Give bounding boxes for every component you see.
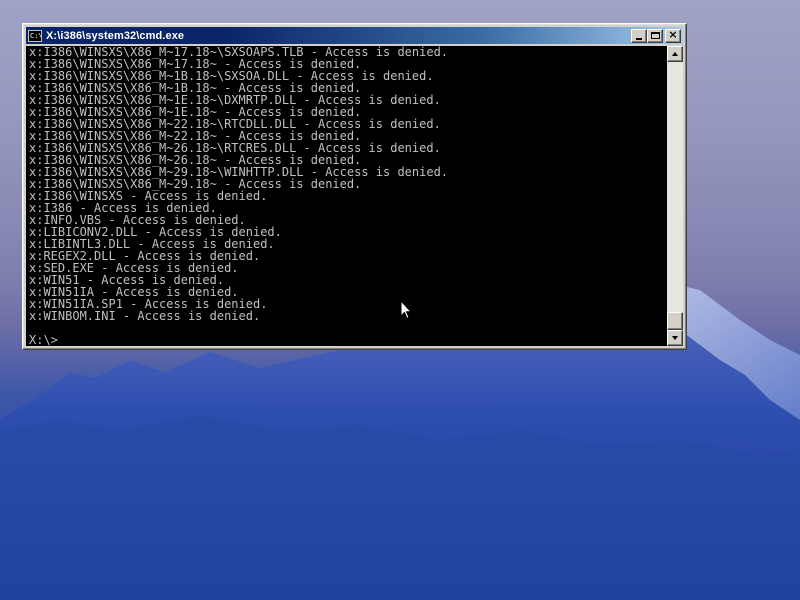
scroll-down-button[interactable]: [667, 330, 683, 346]
window-title: X:\i386\system32\cmd.exe: [46, 29, 185, 42]
vertical-scrollbar[interactable]: [667, 46, 683, 346]
arrow-up-icon: [672, 52, 678, 56]
minimize-button[interactable]: [631, 29, 647, 43]
scrollbar-thumb[interactable]: [667, 312, 683, 330]
console-line: x:WINBOM.INI - Access is denied.: [29, 309, 261, 323]
title-bar-buttons: ×: [631, 29, 681, 43]
arrow-pointer-icon: [400, 300, 412, 320]
cmd-app-icon[interactable]: C:\: [28, 29, 42, 42]
console-lines: x:I386\WINSXS\X86_M~17.18~\SXSOAPS.TLB -…: [26, 46, 448, 322]
console-output[interactable]: x:I386\WINSXS\X86_M~17.18~\SXSOAPS.TLB -…: [26, 46, 667, 346]
close-button[interactable]: ×: [665, 29, 681, 43]
title-bar[interactable]: C:\ X:\i386\system32\cmd.exe ×: [26, 27, 683, 44]
close-icon: ×: [668, 28, 678, 41]
minimize-icon: [636, 38, 642, 40]
maximize-icon: [651, 32, 660, 39]
maximize-button[interactable]: [647, 29, 663, 43]
command-prompt[interactable]: X:\>: [26, 334, 58, 346]
scroll-up-button[interactable]: [667, 46, 683, 62]
cmd-window[interactable]: C:\ X:\i386\system32\cmd.exe × x:I386\WI…: [22, 23, 687, 350]
arrow-down-icon: [672, 336, 678, 340]
